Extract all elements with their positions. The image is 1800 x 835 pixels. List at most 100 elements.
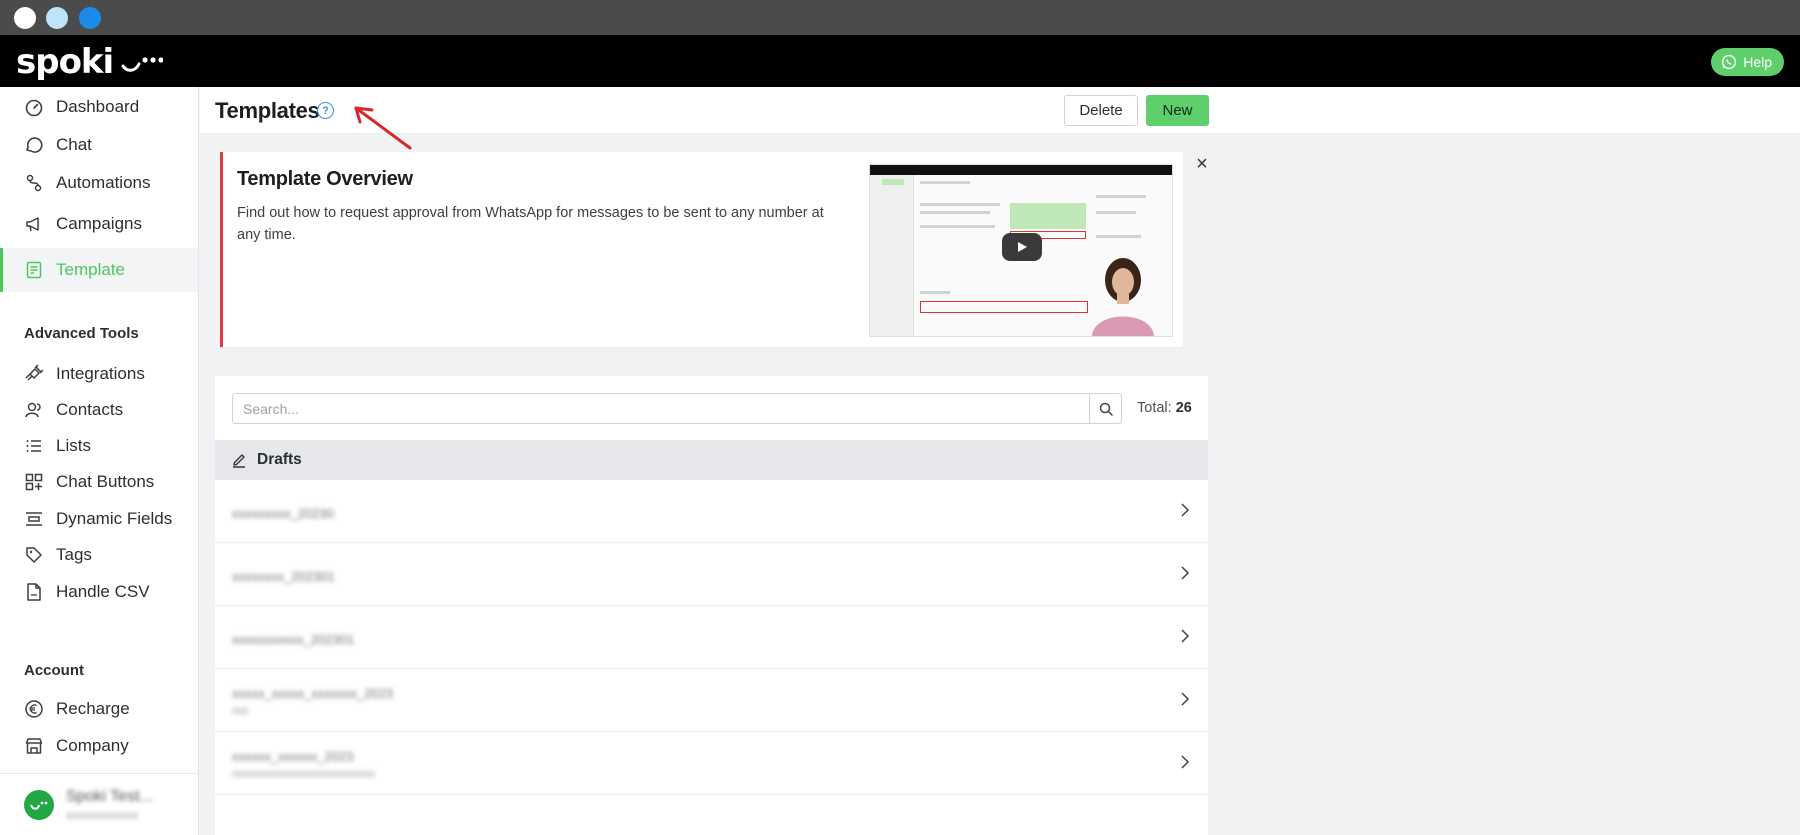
section-title-account: Account — [24, 662, 84, 679]
sidebar-item-chat[interactable]: Chat — [0, 125, 198, 165]
user-name: Spoki Test... — [66, 787, 153, 805]
window-minimize-dot[interactable] — [46, 7, 68, 29]
csv-file-icon — [24, 582, 44, 602]
overview-video-thumbnail[interactable] — [869, 164, 1173, 337]
play-icon[interactable] — [1002, 233, 1042, 261]
help-button[interactable]: Help — [1711, 48, 1784, 76]
sidebar-item-label: Integrations — [56, 364, 145, 383]
page-header: Templates ? Delete New — [200, 87, 1800, 134]
search-icon — [1099, 402, 1113, 416]
contacts-icon — [24, 400, 44, 420]
total-count: Total: 26 — [1137, 400, 1192, 416]
sidebar-item-label: Campaigns — [56, 214, 142, 233]
template-row[interactable]: xxxxxx_xxxxxx_2023 xxxxxxxxxxxxxxxxxxxxx… — [215, 732, 1208, 795]
app-header: spoki Help — [0, 35, 1800, 87]
user-subtitle: xxxxxxxxxxxx — [66, 807, 138, 822]
annotation-arrow-icon — [354, 106, 412, 150]
chevron-right-icon — [1181, 503, 1190, 517]
user-profile[interactable]: Spoki Test... xxxxxxxxxxxx — [0, 773, 198, 835]
total-label: Total: — [1137, 400, 1172, 416]
help-label: Help — [1743, 54, 1772, 70]
sidebar-item-label: Dynamic Fields — [56, 509, 173, 528]
sidebar-item-label: Tags — [56, 545, 92, 564]
template-row-detail: xxxxxxxxxxxxxxxxxxxxxxxxxx — [232, 768, 375, 780]
sidebar-item-label: Chat — [56, 135, 92, 154]
plug-icon — [24, 364, 44, 384]
window-maximize-dot[interactable] — [79, 7, 101, 29]
sidebar-item-automations[interactable]: Automations — [0, 163, 198, 203]
drafts-section-header: Drafts — [215, 440, 1208, 480]
automations-icon — [24, 173, 44, 193]
store-icon — [24, 736, 44, 756]
sidebar-item-handle-csv[interactable]: Handle CSV — [0, 572, 198, 612]
sidebar-item-chat-buttons[interactable]: Chat Buttons — [0, 462, 198, 502]
sidebar-item-integrations[interactable]: Integrations — [0, 354, 198, 394]
grid-icon — [24, 472, 44, 492]
dashboard-icon — [24, 97, 44, 117]
sidebar-item-tags[interactable]: Tags — [0, 535, 198, 575]
template-row[interactable]: xxxxxxxxxxx_202301 — [215, 606, 1208, 669]
sidebar-item-company[interactable]: Company — [0, 726, 198, 766]
section-title-advanced-tools: Advanced Tools — [24, 325, 139, 342]
templates-list-card: Total: 26 Drafts xxxxxxxxx_20230 xxxxxxx… — [215, 376, 1208, 835]
template-row-name: xxxxxxxxx_20230 — [232, 506, 334, 521]
sidebar-item-contacts[interactable]: Contacts — [0, 390, 198, 430]
whatsapp-icon — [1722, 54, 1737, 70]
overview-title: Template Overview — [237, 168, 413, 190]
presenter-image — [1092, 258, 1154, 336]
total-value: 26 — [1175, 400, 1192, 416]
chevron-right-icon — [1181, 629, 1190, 643]
sidebar-item-label: Handle CSV — [56, 582, 150, 601]
spoki-logo[interactable]: spoki — [16, 42, 164, 82]
chevron-right-icon — [1181, 755, 1190, 769]
chat-icon — [24, 135, 44, 155]
sidebar-item-lists[interactable]: Lists — [0, 426, 198, 466]
template-row-name: xxxxxxxx_202301 — [232, 569, 335, 584]
sidebar-item-dynamic-fields[interactable]: Dynamic Fields — [0, 499, 198, 539]
sidebar-item-label: Template — [56, 260, 125, 279]
sidebar-item-template[interactable]: Template — [0, 248, 198, 292]
chevron-right-icon — [1181, 692, 1190, 706]
euro-icon — [24, 699, 44, 719]
sidebar-item-label: Automations — [56, 173, 151, 192]
new-button[interactable]: New — [1146, 95, 1209, 126]
question-mark-icon[interactable]: ? — [317, 102, 334, 119]
list-icon — [24, 436, 44, 456]
search-button[interactable] — [1089, 394, 1121, 423]
avatar-logo-icon — [30, 801, 48, 810]
chevron-right-icon — [1181, 566, 1190, 580]
template-row[interactable]: xxxxxxxx_202301 — [215, 543, 1208, 606]
sidebar-item-label: Company — [56, 736, 129, 755]
template-row[interactable]: xxxxxxxxx_20230 — [215, 480, 1208, 543]
fields-icon — [24, 509, 44, 529]
search-input[interactable] — [233, 394, 1089, 423]
sidebar-item-label: Contacts — [56, 400, 124, 419]
delete-button[interactable]: Delete — [1064, 95, 1138, 126]
window-close-dot[interactable] — [14, 7, 36, 29]
sidebar-item-label: Recharge — [56, 699, 130, 718]
sidebar-item-label: Lists — [56, 436, 91, 455]
template-overview-card: Template Overview Find out how to reques… — [220, 152, 1183, 347]
close-overview-button[interactable]: × — [1193, 154, 1211, 174]
sidebar-item-label: Dashboard — [56, 97, 140, 116]
drafts-label: Drafts — [257, 451, 302, 468]
tag-icon — [24, 545, 44, 565]
template-row-name: xxxxxx_xxxxxx_2023 — [232, 749, 354, 764]
template-row-detail: xxx — [232, 705, 249, 717]
sidebar: Dashboard Chat Automations Campaigns Tem… — [0, 87, 199, 835]
window-titlebar — [0, 0, 1800, 35]
megaphone-icon — [24, 214, 44, 234]
pencil-icon — [233, 454, 245, 468]
sidebar-item-label: Chat Buttons — [56, 472, 155, 491]
overview-description: Find out how to request approval from Wh… — [237, 205, 824, 243]
sidebar-item-campaigns[interactable]: Campaigns — [0, 204, 198, 244]
template-icon — [24, 260, 44, 280]
avatar — [24, 789, 54, 820]
template-row-name: xxxxx_xxxxx_xxxxxxx_2023 — [232, 686, 394, 701]
template-row[interactable]: xxxxx_xxxxx_xxxxxxx_2023 xxx — [215, 669, 1208, 732]
page-title: Templates — [215, 98, 320, 123]
sidebar-item-recharge[interactable]: Recharge — [0, 689, 198, 729]
search-box — [232, 393, 1122, 424]
logo-chat-mark-icon — [121, 57, 164, 72]
sidebar-item-dashboard[interactable]: Dashboard — [0, 87, 198, 127]
